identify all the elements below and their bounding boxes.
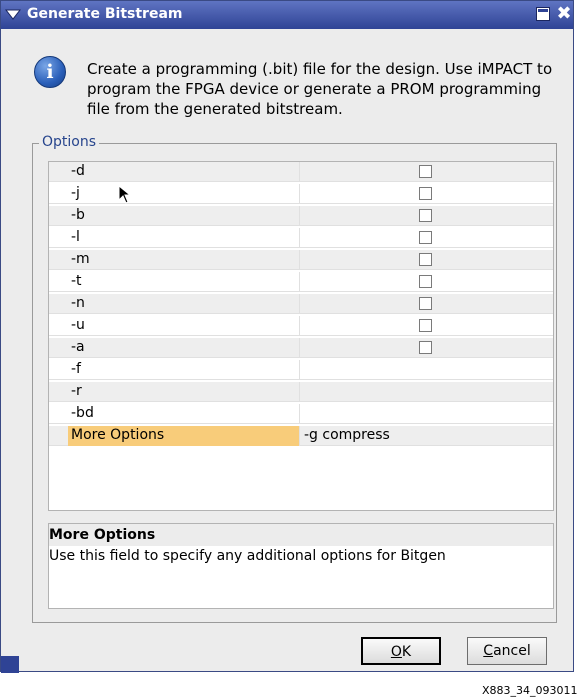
figure-caption: X883_34_093011 bbox=[482, 684, 578, 697]
option-row[interactable]: -b bbox=[49, 206, 553, 226]
option-name: -a bbox=[71, 339, 85, 355]
option-row[interactable]: -r bbox=[49, 382, 553, 402]
ok-button[interactable]: OK bbox=[361, 637, 441, 665]
cancel-mnemonic: C bbox=[483, 643, 494, 659]
option-checkbox[interactable] bbox=[419, 231, 432, 244]
column-divider bbox=[299, 272, 300, 292]
option-checkbox[interactable] bbox=[419, 187, 432, 200]
description-text: Create a programming (.bit) file for the… bbox=[87, 60, 553, 118]
window-menu-icon[interactable] bbox=[4, 5, 22, 23]
column-divider bbox=[299, 184, 300, 204]
column-divider bbox=[299, 250, 300, 270]
options-table: -d -j -b -l -m -t -n -u -a -f -r -bd More Options -g … bbox=[48, 161, 554, 511]
column-divider bbox=[299, 316, 300, 336]
column-divider bbox=[299, 162, 300, 182]
close-icon[interactable]: ✖ bbox=[556, 4, 572, 24]
option-name: -m bbox=[71, 251, 90, 267]
info-icon: i bbox=[34, 56, 66, 88]
option-checkbox[interactable] bbox=[419, 253, 432, 266]
option-name: -t bbox=[71, 273, 82, 289]
column-divider bbox=[299, 360, 300, 380]
cancel-button[interactable]: Cancel bbox=[467, 637, 547, 665]
column-divider bbox=[299, 338, 300, 358]
dialog-window: Generate Bitstream ✖ i Create a programm… bbox=[0, 0, 574, 673]
column-divider bbox=[299, 404, 300, 424]
help-text: Use this field to specify any additional… bbox=[49, 548, 446, 564]
option-row[interactable]: -a bbox=[49, 338, 553, 358]
ok-label-rest: K bbox=[401, 644, 412, 660]
column-divider bbox=[299, 206, 300, 226]
option-checkbox[interactable] bbox=[419, 275, 432, 288]
option-name: -n bbox=[71, 295, 85, 311]
option-row[interactable]: -u bbox=[49, 316, 553, 336]
maximize-icon[interactable] bbox=[536, 7, 550, 21]
option-checkbox[interactable] bbox=[419, 209, 432, 222]
ok-mnemonic: O bbox=[390, 644, 402, 660]
option-checkbox[interactable] bbox=[419, 297, 432, 310]
option-name: More Options bbox=[71, 427, 165, 443]
window-title: Generate Bitstream bbox=[27, 6, 183, 22]
option-name: -f bbox=[71, 361, 81, 377]
option-name: -b bbox=[71, 207, 85, 223]
column-divider bbox=[299, 228, 300, 248]
option-checkbox[interactable] bbox=[419, 341, 432, 354]
title-bar[interactable]: Generate Bitstream ✖ bbox=[1, 1, 573, 29]
option-row[interactable]: -l bbox=[49, 228, 553, 248]
column-divider bbox=[299, 382, 300, 402]
option-checkbox[interactable] bbox=[419, 319, 432, 332]
option-row[interactable]: More Options -g compress bbox=[49, 426, 553, 446]
window-corner bbox=[1, 656, 19, 673]
option-name: -r bbox=[71, 383, 82, 399]
options-legend: Options bbox=[39, 134, 100, 150]
option-value-field[interactable]: -g compress bbox=[304, 427, 390, 443]
option-row[interactable]: -d bbox=[49, 162, 553, 182]
option-name: -l bbox=[71, 229, 80, 245]
option-row[interactable]: -n bbox=[49, 294, 553, 314]
mouse-pointer-icon bbox=[118, 185, 132, 204]
help-title: More Options bbox=[49, 524, 553, 546]
option-checkbox[interactable] bbox=[419, 165, 432, 178]
option-row[interactable]: -t bbox=[49, 272, 553, 292]
option-name: -bd bbox=[71, 405, 94, 421]
option-row[interactable]: -m bbox=[49, 250, 553, 270]
option-name: -j bbox=[71, 185, 80, 201]
help-panel: More Options Use this field to specify a… bbox=[48, 523, 554, 609]
option-row[interactable]: -f bbox=[49, 360, 553, 380]
option-name: -d bbox=[71, 163, 85, 179]
option-name: -u bbox=[71, 317, 85, 333]
column-divider bbox=[299, 294, 300, 314]
cancel-label-rest: ancel bbox=[493, 643, 531, 659]
column-divider bbox=[299, 426, 300, 446]
option-row[interactable]: -bd bbox=[49, 404, 553, 424]
